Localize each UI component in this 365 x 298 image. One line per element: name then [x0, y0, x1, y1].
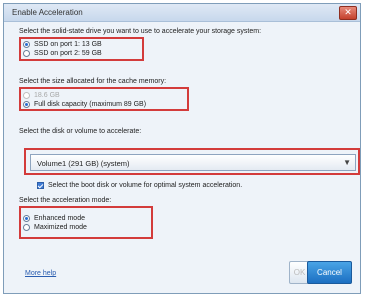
mode-option-2-radio[interactable] — [23, 224, 30, 231]
size-prompt: Select the size allocated for the cache … — [19, 78, 167, 85]
volume-select-value: Volume1 (291 GB) (system) — [37, 159, 130, 168]
boot-volume-checkbox[interactable] — [37, 182, 44, 189]
boot-volume-checkbox-label[interactable]: Select the boot disk or volume for optim… — [48, 182, 242, 189]
drive-option-2-radio[interactable] — [23, 50, 30, 57]
drive-option-2-label[interactable]: SSD on port 2: 59 GB — [34, 50, 102, 57]
size-option-1-label[interactable]: 18.6 GB — [34, 92, 60, 99]
cancel-button[interactable]: Cancel — [307, 261, 352, 284]
size-option-2-radio[interactable] — [23, 101, 30, 108]
size-option-2-label[interactable]: Full disk capacity (maximum 89 GB) — [34, 101, 146, 108]
close-button[interactable]: ✕ — [339, 6, 357, 20]
mode-option-1-label[interactable]: Enhanced mode — [34, 215, 85, 222]
drive-prompt: Select the solid-state drive you want to… — [19, 28, 262, 35]
volume-select[interactable]: Volume1 (291 GB) (system) ▼ — [30, 154, 356, 171]
more-help-link[interactable]: More help — [25, 270, 56, 277]
chevron-down-icon[interactable]: ▼ — [343, 158, 351, 167]
drive-option-1-radio[interactable] — [23, 41, 30, 48]
mode-highlight-box — [19, 206, 153, 239]
window-title: Enable Acceleration — [12, 8, 83, 17]
volume-prompt: Select the disk or volume to accelerate: — [19, 128, 142, 135]
size-option-1-radio[interactable] — [23, 92, 30, 99]
drive-option-1-label[interactable]: SSD on port 1: 13 GB — [34, 41, 102, 48]
mode-option-1-radio[interactable] — [23, 215, 30, 222]
enable-acceleration-dialog: Enable Acceleration ✕ Select the solid-s… — [3, 3, 361, 294]
mode-option-2-label[interactable]: Maximized mode — [34, 224, 87, 231]
mode-prompt: Select the acceleration mode: — [19, 197, 112, 204]
title-bar: Enable Acceleration ✕ — [4, 4, 360, 22]
